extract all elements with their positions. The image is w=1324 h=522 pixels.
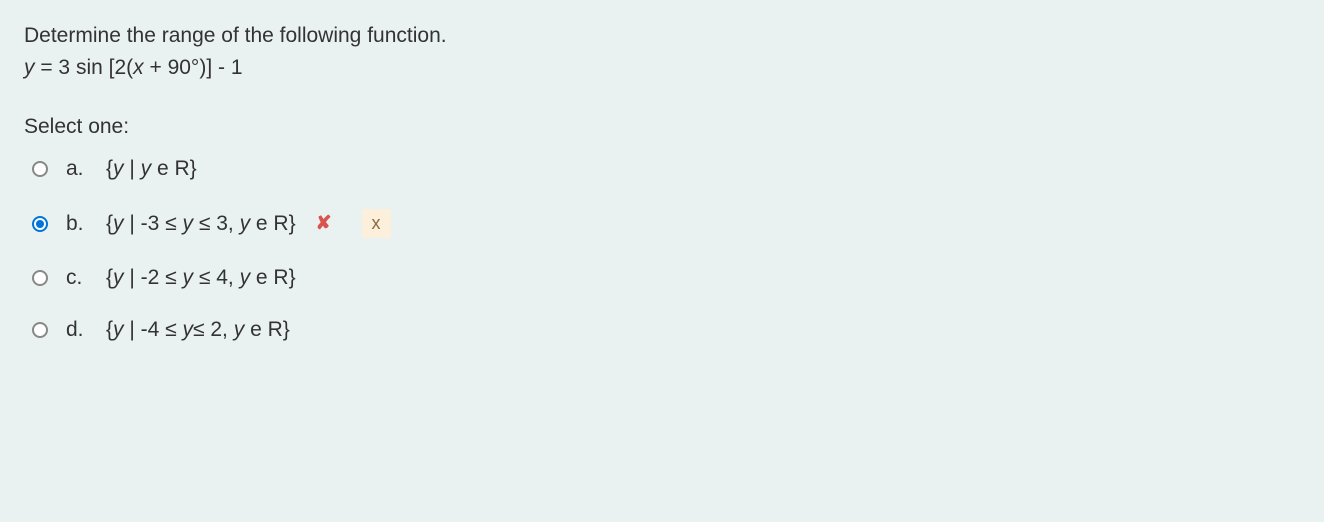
option-d[interactable]: d. {y | -4 ≤ y≤ 2, y e R}	[32, 318, 1300, 342]
question-prompt: Determine the range of the following fun…	[24, 20, 1300, 52]
option-a-letter: a.	[66, 157, 88, 181]
select-one-label: Select one:	[24, 115, 1300, 139]
eq-part1: = 3 sin [2(	[35, 56, 134, 79]
option-a-text: {y | y e R}	[106, 157, 197, 181]
incorrect-icon: ✘	[316, 212, 332, 235]
eq-y: y	[24, 56, 35, 79]
option-c-text: {y | -2 ≤ y ≤ 4, y e R}	[106, 266, 296, 290]
option-b[interactable]: b. {y | -3 ≤ y ≤ 3, y e R} ✘ x	[32, 209, 1300, 238]
options-list: a. {y | y e R} b. {y | -3 ≤ y ≤ 3, y e R…	[24, 157, 1300, 342]
option-d-letter: d.	[66, 318, 88, 342]
option-c[interactable]: c. {y | -2 ≤ y ≤ 4, y e R}	[32, 266, 1300, 290]
option-b-text: {y | -3 ≤ y ≤ 3, y e R}	[106, 212, 296, 236]
question-block: Determine the range of the following fun…	[24, 20, 1300, 83]
radio-d[interactable]	[32, 322, 48, 338]
radio-a[interactable]	[32, 161, 48, 177]
eq-part2: + 90°)] - 1	[144, 56, 243, 79]
feedback-badge: x	[362, 209, 391, 238]
option-d-text: {y | -4 ≤ y≤ 2, y e R}	[106, 318, 290, 342]
radio-b[interactable]	[32, 216, 48, 232]
option-c-letter: c.	[66, 266, 88, 290]
eq-x: x	[133, 56, 144, 79]
option-a[interactable]: a. {y | y e R}	[32, 157, 1300, 181]
radio-c[interactable]	[32, 270, 48, 286]
question-equation: y = 3 sin [2(x + 90°)] - 1	[24, 52, 1300, 84]
option-b-letter: b.	[66, 212, 88, 236]
